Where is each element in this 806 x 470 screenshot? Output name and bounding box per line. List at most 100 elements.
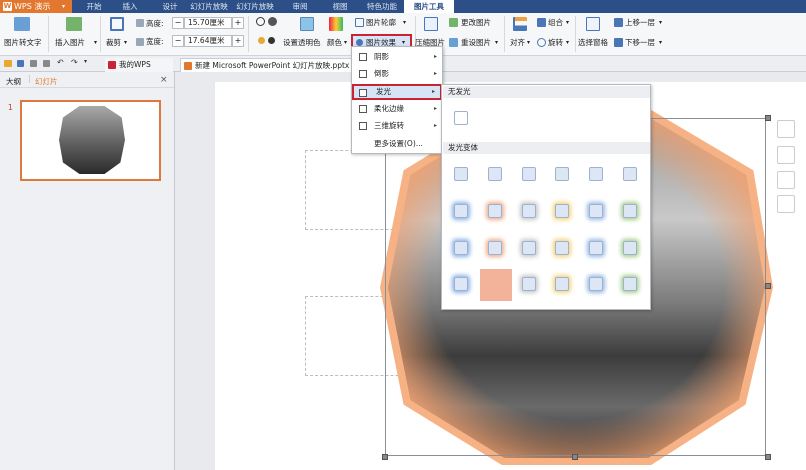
glow-variant-swatch[interactable] bbox=[623, 204, 637, 218]
glow-submenu: 无发光 发光变体 bbox=[441, 84, 651, 310]
edit-icon[interactable] bbox=[777, 195, 795, 213]
glow-variant-swatch[interactable] bbox=[555, 167, 569, 181]
menu-item-shadow[interactable]: 阴影 ▸ bbox=[352, 49, 442, 65]
glow-variant-swatch[interactable] bbox=[522, 277, 536, 291]
picture-outline-button[interactable]: 图片轮廓 bbox=[366, 17, 396, 28]
tab-slides[interactable]: 幻灯片 bbox=[35, 76, 58, 87]
tab-insert[interactable]: 插入 bbox=[112, 0, 148, 13]
redo-icon[interactable]: ↷ bbox=[71, 58, 78, 67]
insert-picture-button[interactable]: 插入图片 bbox=[55, 37, 85, 48]
bring-forward-icon bbox=[614, 18, 623, 27]
resize-handle[interactable] bbox=[765, 454, 771, 460]
reset-picture-button[interactable]: 重设图片 bbox=[461, 37, 491, 48]
color-button[interactable]: 颜色 bbox=[327, 37, 342, 48]
dark-icon[interactable] bbox=[268, 37, 275, 44]
glow-variant-swatch[interactable] bbox=[589, 167, 603, 181]
tab-document[interactable]: 新建 Microsoft PowerPoint 幻灯片放映.pptx bbox=[180, 58, 360, 72]
glow-variant-swatch[interactable] bbox=[555, 277, 569, 291]
tab-picture-tools[interactable]: 图片工具 bbox=[404, 0, 454, 13]
open-folder-icon[interactable] bbox=[4, 60, 12, 67]
print-icon[interactable] bbox=[30, 60, 37, 67]
picture-to-text-button[interactable]: 图片转文字 bbox=[4, 37, 42, 48]
preview-icon[interactable] bbox=[43, 60, 50, 67]
width-decrease-button[interactable]: − bbox=[172, 35, 184, 47]
glow-variant-swatch[interactable] bbox=[522, 241, 536, 255]
rotate-button[interactable]: 旋转 bbox=[548, 37, 563, 48]
resize-handle[interactable] bbox=[765, 115, 771, 121]
crop-icon[interactable] bbox=[777, 171, 795, 189]
tab-design[interactable]: 设计 bbox=[152, 0, 188, 13]
glow-variant-swatch[interactable] bbox=[623, 277, 637, 291]
set-transparent-button[interactable]: 设置透明色 bbox=[283, 37, 321, 48]
tab-my-wps[interactable]: 我的WPS bbox=[105, 58, 173, 72]
glow-variant-swatch[interactable] bbox=[480, 269, 512, 301]
height-increase-button[interactable]: + bbox=[232, 17, 244, 29]
crop-button[interactable]: 裁剪 bbox=[106, 37, 121, 48]
no-glow-header: 无发光 bbox=[443, 86, 650, 98]
glow-variant-swatch[interactable] bbox=[589, 204, 603, 218]
chevron-down-icon: ▾ bbox=[659, 39, 663, 46]
tab-special[interactable]: 特色功能 bbox=[360, 0, 404, 13]
glow-variant-swatch[interactable] bbox=[623, 241, 637, 255]
glow-variant-swatch[interactable] bbox=[488, 167, 502, 181]
chevron-down-icon: ▾ bbox=[124, 39, 128, 46]
menu-item-reflection[interactable]: 倒影 ▸ bbox=[352, 66, 442, 82]
tab-slideshow-anim[interactable]: 幻灯片放映 bbox=[188, 0, 230, 13]
glow-variant-swatch[interactable] bbox=[488, 241, 502, 255]
bring-forward-button[interactable]: 上移一层 bbox=[625, 17, 655, 28]
glow-variant-swatch[interactable] bbox=[522, 204, 536, 218]
app-menu-button[interactable]: W WPS 演示 ▾ bbox=[0, 0, 72, 13]
menu-item-3d-rotation[interactable]: 三维旋转 ▸ bbox=[352, 118, 442, 134]
tab-view[interactable]: 视图 bbox=[322, 0, 358, 13]
group-button[interactable]: 组合 bbox=[548, 17, 563, 28]
crop-icon bbox=[110, 17, 124, 31]
width-increase-button[interactable]: + bbox=[232, 35, 244, 47]
selection-pane-icon bbox=[586, 17, 600, 31]
tab-outline[interactable]: 大纲 bbox=[6, 76, 21, 87]
menu-item-soft-edges[interactable]: 柔化边缘 ▸ bbox=[352, 101, 442, 117]
glow-variant-swatch[interactable] bbox=[589, 277, 603, 291]
change-picture-button[interactable]: 更改图片 bbox=[461, 17, 491, 28]
tab-review[interactable]: 审阅 bbox=[280, 0, 320, 13]
chevron-down-icon[interactable]: ▾ bbox=[84, 58, 87, 65]
glow-variant-swatch[interactable] bbox=[454, 241, 468, 255]
tab-home[interactable]: 开始 bbox=[76, 0, 112, 13]
glow-variant-swatch[interactable] bbox=[555, 241, 569, 255]
brightness-icon[interactable] bbox=[268, 17, 277, 26]
close-icon[interactable]: × bbox=[160, 75, 168, 85]
selection-pane-button[interactable]: 选择窗格 bbox=[578, 37, 608, 48]
undo-icon[interactable]: ↶ bbox=[57, 58, 64, 67]
chevron-down-icon: ▾ bbox=[495, 39, 499, 46]
resize-handle[interactable] bbox=[382, 454, 388, 460]
glow-variant-swatch[interactable] bbox=[589, 241, 603, 255]
send-backward-icon bbox=[614, 38, 623, 47]
chevron-down-icon: ▾ bbox=[566, 39, 570, 46]
no-glow-option[interactable] bbox=[454, 111, 468, 125]
glow-variant-swatch[interactable] bbox=[488, 204, 502, 218]
resize-handle[interactable] bbox=[572, 454, 578, 460]
layers-icon[interactable] bbox=[777, 120, 795, 138]
menu-item-glow[interactable]: 发光 ▸ bbox=[352, 84, 442, 100]
width-field[interactable]: 17.64厘米 bbox=[184, 35, 232, 47]
glow-variant-swatch[interactable] bbox=[623, 167, 637, 181]
align-button[interactable]: 对齐 bbox=[510, 37, 525, 48]
contrast-icon[interactable] bbox=[256, 17, 265, 26]
slide-thumbnail[interactable] bbox=[20, 100, 161, 181]
zoom-icon[interactable] bbox=[777, 146, 795, 164]
glow-variant-swatch[interactable] bbox=[454, 277, 468, 291]
glow-variant-swatch[interactable] bbox=[522, 167, 536, 181]
save-icon[interactable] bbox=[17, 60, 24, 67]
tab-slideshow[interactable]: 幻灯片放映 bbox=[230, 0, 280, 13]
menu-item-more-settings[interactable]: 更多设置(O)... bbox=[352, 136, 442, 152]
sun-icon[interactable] bbox=[258, 37, 265, 44]
glow-variant-swatch[interactable] bbox=[454, 204, 468, 218]
insert-picture-icon bbox=[66, 17, 82, 31]
chevron-down-icon: ▾ bbox=[94, 39, 98, 46]
resize-handle[interactable] bbox=[765, 283, 771, 289]
glow-variant-swatch[interactable] bbox=[555, 204, 569, 218]
glow-variant-swatch[interactable] bbox=[454, 167, 468, 181]
send-backward-button[interactable]: 下移一层 bbox=[625, 37, 655, 48]
height-field[interactable]: 15.70厘米 bbox=[184, 17, 232, 29]
picture-outline-icon bbox=[355, 18, 364, 27]
height-decrease-button[interactable]: − bbox=[172, 17, 184, 29]
